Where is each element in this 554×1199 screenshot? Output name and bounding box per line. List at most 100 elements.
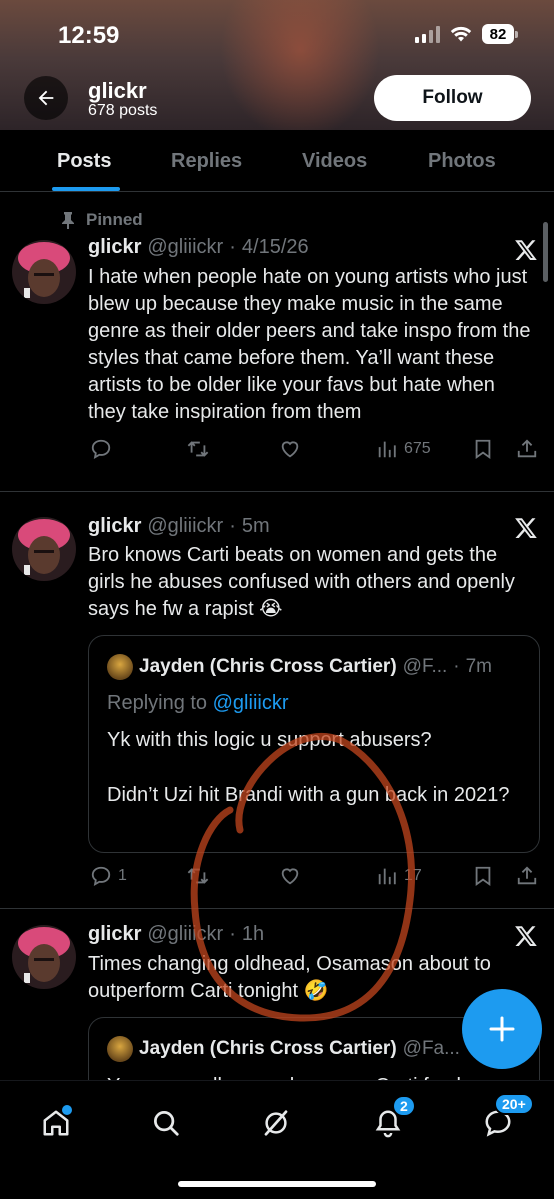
share-icon	[517, 439, 537, 458]
views-count: 17	[404, 867, 422, 884]
post-time[interactable]: 5m	[242, 515, 270, 538]
views-button[interactable]: 675	[376, 438, 431, 460]
avatar-image	[12, 240, 76, 304]
repost-icon	[187, 441, 209, 457]
share-button[interactable]	[516, 865, 538, 887]
meta-separator: ·	[229, 236, 236, 258]
author-handle[interactable]: @gliiickr	[147, 515, 223, 538]
post-time[interactable]: 4/15/26	[242, 236, 309, 259]
tab-videos[interactable]: Videos	[302, 150, 367, 173]
avatar[interactable]	[12, 240, 76, 304]
repost-button[interactable]	[186, 865, 210, 887]
pinned-label: Pinned	[60, 210, 143, 230]
reply-icon	[91, 866, 111, 887]
share-button[interactable]	[516, 438, 538, 460]
home-unread-dot	[62, 1105, 72, 1115]
back-button[interactable]	[24, 76, 68, 120]
avatar-image	[12, 925, 76, 989]
nav-home[interactable]	[36, 1103, 76, 1143]
repost-button[interactable]	[186, 438, 210, 460]
grok-icon	[264, 1110, 288, 1136]
pin-icon	[62, 212, 74, 229]
post-time[interactable]: 1h	[242, 923, 264, 946]
meta-separator: ·	[229, 515, 236, 537]
signal-icon	[415, 25, 440, 43]
pinned-text: Pinned	[86, 210, 143, 229]
profile-name: glickr	[88, 78, 147, 103]
author-handle[interactable]: @gliiickr	[147, 923, 223, 946]
bookmark-icon	[475, 439, 491, 460]
battery-level: 82	[482, 24, 514, 44]
tab-photos[interactable]: Photos	[428, 150, 496, 173]
author-name[interactable]: glickr	[88, 923, 141, 946]
quote-meta: Jayden (Chris Cross Cartier) @Fa...	[107, 1036, 460, 1062]
post-text: I hate when people hate on young artists…	[88, 266, 531, 423]
reply-button[interactable]: 1	[90, 865, 127, 887]
back-arrow-icon	[38, 90, 54, 106]
bookmark-button[interactable]	[472, 865, 494, 887]
quote-author-name: Jayden (Chris Cross Cartier)	[139, 656, 397, 677]
like-button[interactable]	[278, 438, 302, 460]
reply-button[interactable]	[90, 438, 112, 460]
follow-button[interactable]: Follow	[374, 75, 531, 121]
notifications-badge: 2	[392, 1095, 416, 1117]
post-text: Times changing oldhead, Osamason about t…	[88, 953, 491, 1002]
replying-prefix: Replying to	[107, 692, 208, 714]
wifi-icon	[450, 26, 472, 41]
reply-icon	[91, 439, 111, 460]
post-actions: 675	[88, 438, 540, 466]
views-icon	[378, 868, 396, 885]
quote-avatar	[107, 654, 133, 680]
repost-icon	[187, 868, 209, 884]
like-icon	[281, 868, 299, 885]
avatar[interactable]	[12, 925, 76, 989]
x-logo-icon	[515, 240, 537, 260]
tab-posts[interactable]: Posts	[57, 150, 111, 173]
share-icon	[517, 866, 537, 885]
post-pinned[interactable]: Pinned glickr @gliiickr · 4/15/26 I hate…	[0, 210, 554, 492]
home-indicator	[178, 1181, 376, 1187]
quote-time: 7m	[465, 656, 493, 677]
avatar[interactable]	[12, 517, 76, 581]
views-button[interactable]: 17	[376, 865, 422, 887]
nav-grok[interactable]	[256, 1103, 296, 1143]
tab-replies[interactable]: Replies	[171, 150, 242, 173]
nav-notifications[interactable]: 2	[368, 1095, 416, 1143]
quote-text-partial: You can really see who was a Carti fan b…	[107, 1072, 527, 1080]
bookmark-button[interactable]	[472, 438, 494, 460]
quote-text-line1: Yk with this logic u support abusers?	[107, 729, 432, 751]
compose-button[interactable]	[462, 989, 542, 1069]
post-meta: glickr @gliiickr · 4/15/26	[88, 236, 309, 259]
reply-count: 1	[118, 867, 127, 884]
quote-meta: Jayden (Chris Cross Cartier) @F... · 7m	[107, 654, 492, 680]
post-count: 678 posts	[88, 102, 158, 119]
quoted-post[interactable]: Jayden (Chris Cross Cartier) @F... · 7m …	[88, 635, 540, 853]
like-icon	[281, 441, 299, 458]
quote-text-line2: Didn’t Uzi hit Brandi with a gun back in…	[107, 784, 510, 806]
views-icon	[378, 441, 396, 458]
nav-messages[interactable]: 20+	[478, 1093, 534, 1143]
author-name[interactable]: glickr	[88, 515, 141, 538]
author-handle[interactable]: @gliiickr	[147, 236, 223, 259]
status-time: 12:59	[58, 22, 120, 49]
profile-header: 12:59 82 glickr 678 posts Follow	[0, 0, 554, 130]
quote-author-handle: @Fa...	[402, 1038, 460, 1059]
meta-separator: ·	[229, 923, 236, 945]
nav-search[interactable]	[146, 1103, 186, 1143]
replying-to: Replying to @gliiickr	[107, 692, 288, 715]
like-button[interactable]	[278, 865, 302, 887]
compose-plus-icon	[489, 1016, 515, 1042]
battery-icon: 82	[482, 24, 518, 44]
post[interactable]: glickr @gliiickr · 5m Bro knows Carti be…	[0, 492, 554, 908]
tab-indicator	[52, 187, 120, 191]
post-meta: glickr @gliiickr · 5m	[88, 515, 270, 538]
post-meta: glickr @gliiickr · 1h	[88, 923, 264, 946]
x-logo-icon	[515, 518, 537, 538]
quote-separator: ·	[453, 656, 460, 677]
bookmark-icon	[475, 866, 491, 887]
profile-tabs: Posts Replies Videos Photos	[0, 130, 554, 192]
search-icon	[154, 1111, 179, 1136]
quote-author-handle: @F...	[402, 656, 448, 677]
author-name[interactable]: glickr	[88, 236, 141, 259]
replying-mention[interactable]: @gliiickr	[213, 692, 289, 714]
